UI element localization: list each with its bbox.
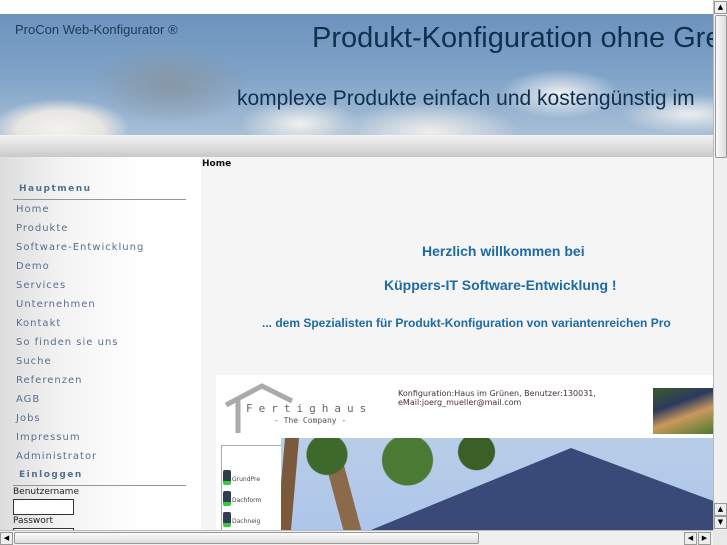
welcome-line-2: Küppers-IT Software-Entwicklung ! <box>384 277 617 293</box>
menu-item-produkte[interactable]: Produkte <box>16 223 68 234</box>
traffic-light-icon <box>223 491 231 506</box>
scroll-up-icon[interactable]: ▲ <box>714 503 727 516</box>
config-info: Konfiguration:Haus im Grünen, Benutzer:1… <box>398 389 596 407</box>
tree-leaves <box>281 438 511 493</box>
welcome-line-3: ... dem Spezialisten für Produkt-Konfigu… <box>262 316 671 330</box>
house-thumbnail <box>653 388 713 434</box>
option-row: Dachform <box>232 497 262 504</box>
menu-item-unternehmen[interactable]: Unternehmen <box>16 299 96 310</box>
username-input[interactable] <box>13 499 74 515</box>
configurator-demo-image: Fertighaus - The Company - Konfiguration… <box>216 375 713 530</box>
scroll-left-icon[interactable]: ◀ <box>684 532 697 545</box>
scroll-right-icon[interactable]: ▶ <box>698 532 711 545</box>
config-email: eMail:joerg_mueller@mail.com <box>398 398 522 407</box>
scroll-down-icon[interactable]: ▼ <box>714 516 727 529</box>
menu-item-suche[interactable]: Suche <box>16 356 52 367</box>
menu-item-home[interactable]: Home <box>16 204 50 215</box>
menu-item-administrator[interactable]: Administrator <box>16 451 97 462</box>
scrollbar-corner <box>713 530 727 545</box>
brand-name: ProCon Web-Konfigurator ® <box>15 22 178 37</box>
banner-subline: komplexe Produkte einfach und kostengüns… <box>237 87 695 110</box>
menu-item-impressum[interactable]: Impressum <box>16 432 81 443</box>
main-content: Home Herzlich willkommen bei Küppers-IT … <box>201 157 713 530</box>
vertical-scroll-thumb[interactable] <box>715 15 727 158</box>
vertical-scrollbar[interactable]: ▲ ▲ ▼ <box>713 0 727 530</box>
traffic-light-icon <box>223 470 231 485</box>
nav-bar <box>0 135 713 157</box>
welcome-line-1: Herzlich willkommen bei <box>422 243 585 259</box>
divider <box>13 485 186 486</box>
house-3d-render <box>281 438 713 530</box>
menu-item-software-entwicklung[interactable]: Software-Entwicklung <box>16 242 144 253</box>
main-menu-title: Hauptmenu <box>19 184 92 194</box>
logo-subtitle: - The Company - <box>274 416 347 425</box>
menu-item-so-finden-sie-uns[interactable]: So finden sie uns <box>16 337 119 348</box>
scroll-up-icon[interactable]: ▲ <box>714 1 727 14</box>
header-banner: ProCon Web-Konfigurator ® Produkt-Konfig… <box>0 14 713 135</box>
username-label: Benutzername <box>13 487 79 497</box>
menu-item-agb[interactable]: AGB <box>16 394 40 405</box>
menu-item-referenzen[interactable]: Referenzen <box>16 375 82 386</box>
option-row: GrundPre <box>232 476 261 483</box>
banner-headline: Produkt-Konfiguration ohne Gre <box>312 22 713 54</box>
config-line: Konfiguration:Haus im Grünen, Benutzer:1… <box>398 389 596 398</box>
divider <box>13 199 186 200</box>
traffic-light-icon <box>223 512 231 527</box>
menu-item-jobs[interactable]: Jobs <box>16 413 41 424</box>
logo-title: Fertighaus <box>246 402 373 415</box>
horizontal-scroll-thumb[interactable] <box>14 532 479 544</box>
password-label: Passwort <box>13 516 54 526</box>
horizontal-scrollbar[interactable]: ◀ ◀ ▶ <box>0 530 713 545</box>
menu-item-demo[interactable]: Demo <box>16 261 50 272</box>
menu-item-services[interactable]: Services <box>16 280 66 291</box>
sidebar: Hauptmenu Home Produkte Software-Entwick… <box>0 157 201 543</box>
login-title: Einloggen <box>19 470 83 480</box>
breadcrumb: Home <box>202 159 232 169</box>
option-row: Dachneig <box>232 518 261 525</box>
scroll-left-icon[interactable]: ◀ <box>0 532 13 545</box>
menu-item-kontakt[interactable]: Kontakt <box>16 318 61 329</box>
